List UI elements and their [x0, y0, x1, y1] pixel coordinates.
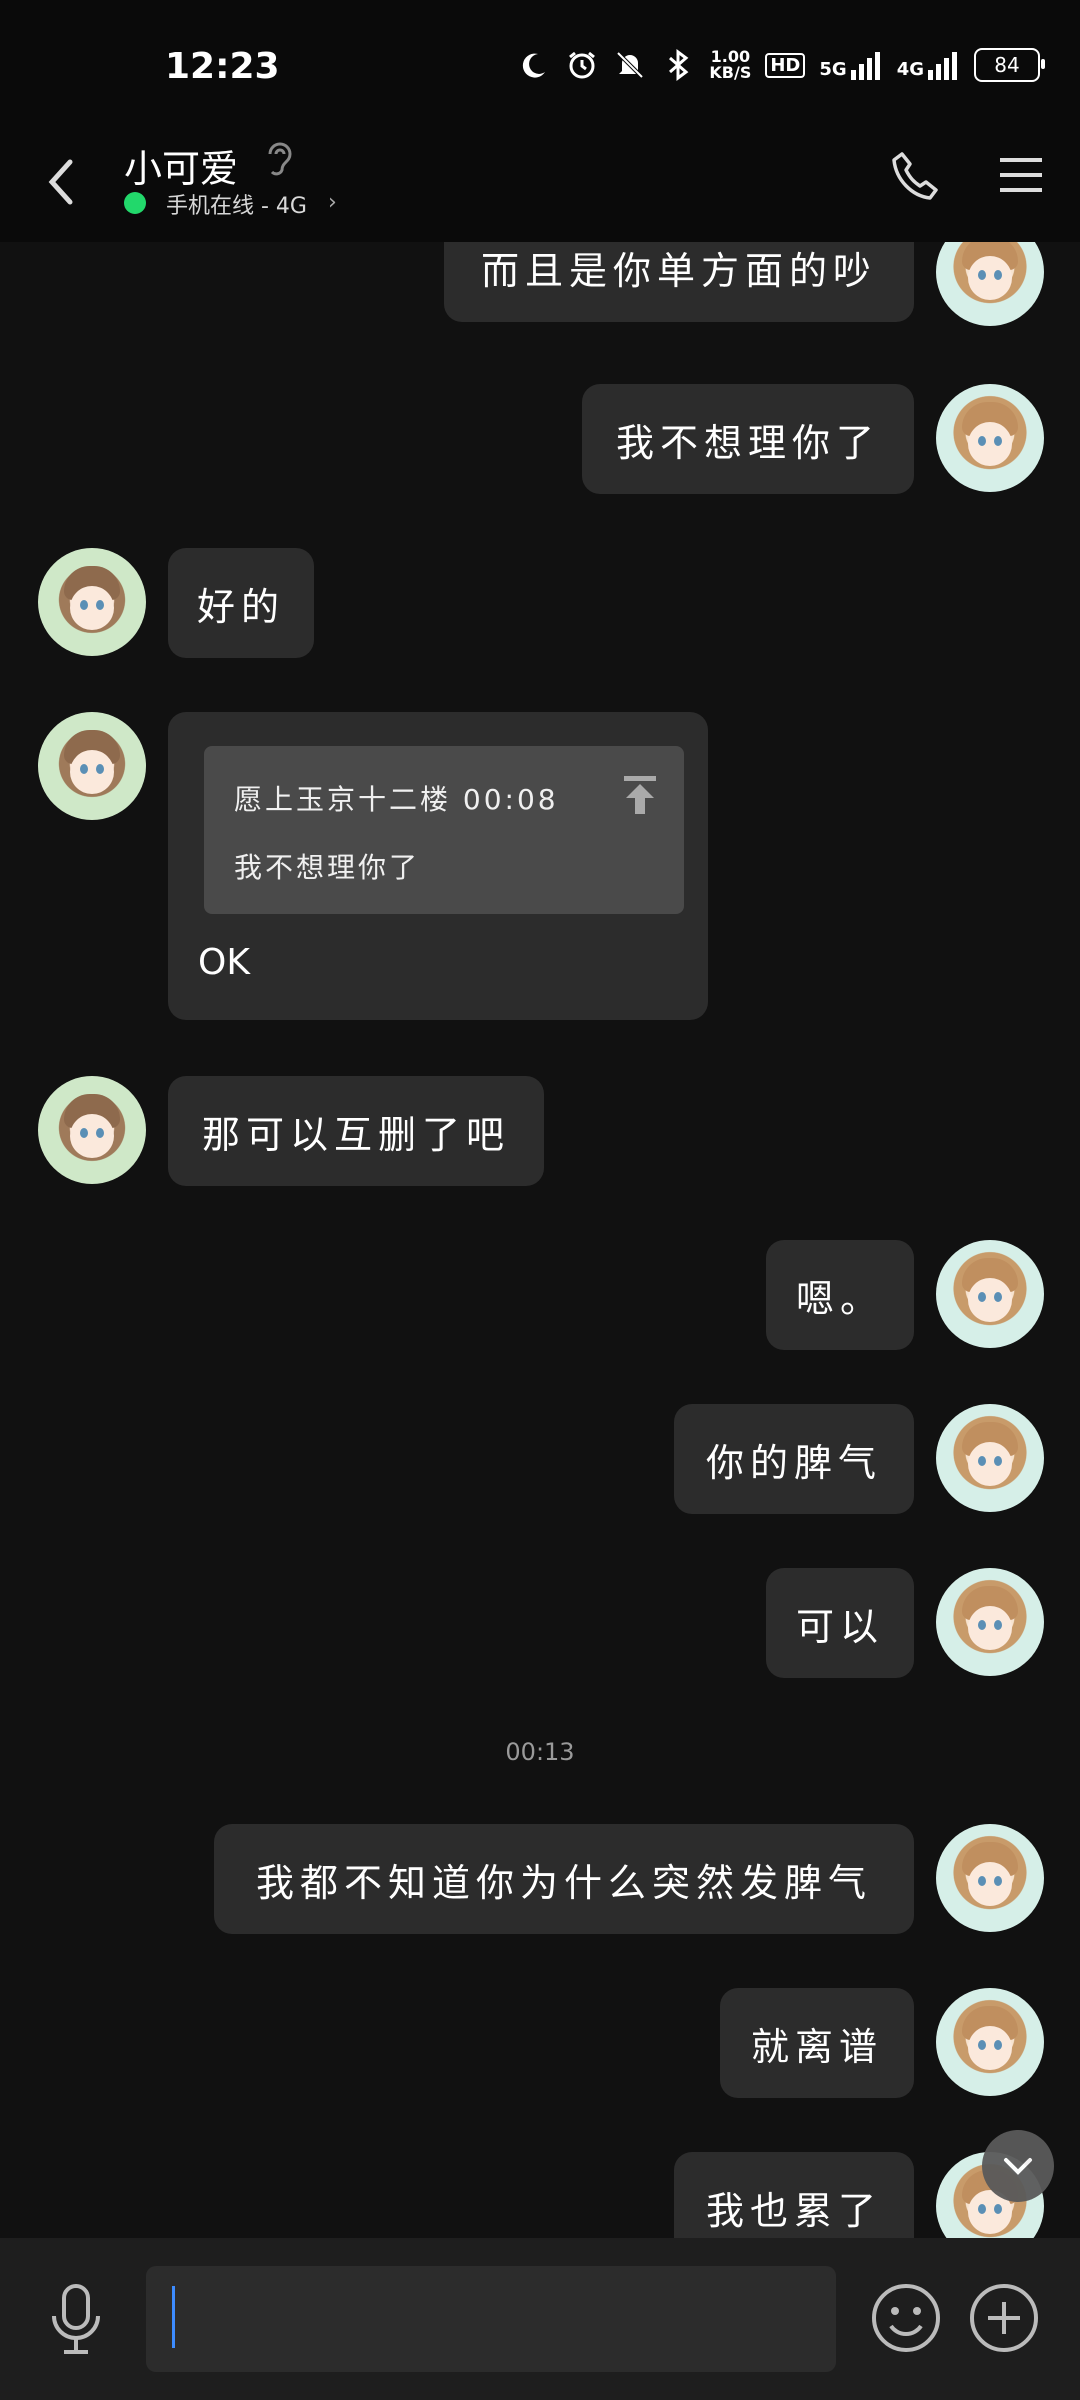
plus-icon[interactable]: [968, 2282, 1040, 2354]
mute-icon: [613, 48, 647, 82]
quoted-message[interactable]: 愿上玉京十二楼 00:08 我不想理你了: [204, 746, 684, 914]
back-icon[interactable]: [40, 152, 80, 212]
reply-text: OK: [198, 942, 250, 983]
avatar[interactable]: [936, 1824, 1044, 1932]
ear-icon: [262, 138, 298, 182]
status-time: 12:23: [165, 46, 280, 87]
status-bar: 12:23 1.00 KB/S HD 5G 4G 84: [0, 0, 1080, 130]
chevron-right-icon[interactable]: ›: [328, 190, 337, 215]
scroll-down-icon[interactable]: [982, 2130, 1054, 2202]
signal-5g-icon: 5G: [819, 50, 882, 80]
battery-icon: 84: [974, 48, 1045, 82]
microphone-icon[interactable]: [44, 2282, 108, 2358]
avatar[interactable]: [936, 1240, 1044, 1348]
hd-icon: HD: [765, 52, 806, 78]
moon-icon: [517, 48, 551, 82]
emoji-icon[interactable]: [870, 2282, 942, 2354]
message-list[interactable]: 而且是你单方面的吵 我不想理你了 好的 愿上玉京十二楼 00:08 我不想理你了…: [0, 242, 1080, 2238]
avatar[interactable]: [936, 1988, 1044, 2096]
quote-text: 我不想理你了: [234, 851, 421, 884]
message-bubble[interactable]: 就离谱: [720, 1988, 914, 2098]
contact-name[interactable]: 小可爱: [124, 138, 238, 193]
chat-timestamp: 00:13: [505, 1738, 575, 1766]
avatar[interactable]: [936, 1568, 1044, 1676]
battery-level: 84: [994, 53, 1020, 77]
avatar[interactable]: [936, 384, 1044, 492]
online-indicator: [124, 192, 146, 214]
message-bubble[interactable]: 而且是你单方面的吵: [444, 242, 914, 322]
message-bubble[interactable]: 我也累了: [674, 2152, 914, 2238]
avatar[interactable]: [38, 548, 146, 656]
signal-4g-label: 4G: [896, 59, 924, 80]
pin-top-icon[interactable]: [620, 774, 660, 818]
status-icons: 1.00 KB/S HD 5G 4G 84: [517, 48, 1045, 82]
signal-5g-label: 5G: [819, 59, 847, 80]
text-cursor: [172, 2286, 175, 2348]
message-input[interactable]: [146, 2266, 836, 2372]
avatar[interactable]: [936, 242, 1044, 326]
avatar[interactable]: [38, 712, 146, 820]
message-bubble[interactable]: 我不想理你了: [582, 384, 914, 494]
bluetooth-icon: [661, 48, 695, 82]
signal-4g-icon: 4G: [897, 50, 960, 80]
message-bubble[interactable]: 那可以互删了吧: [168, 1076, 544, 1186]
message-bubble[interactable]: 你的脾气: [674, 1404, 914, 1514]
quote-author-time: 愿上玉京十二楼 00:08: [234, 783, 559, 816]
avatar[interactable]: [936, 1404, 1044, 1512]
net-speed: 1.00 KB/S: [709, 49, 751, 81]
menu-icon[interactable]: [998, 152, 1044, 198]
phone-icon[interactable]: [888, 148, 942, 202]
message-bubble[interactable]: 嗯。: [766, 1240, 914, 1350]
message-bubble[interactable]: 我都不知道你为什么突然发脾气: [214, 1824, 914, 1934]
message-bubble[interactable]: 好的: [168, 548, 314, 658]
input-bar: [0, 2238, 1080, 2400]
alarm-icon: [565, 48, 599, 82]
message-bubble[interactable]: 可以: [766, 1568, 914, 1678]
chat-header: 小可爱 手机在线 - 4G ›: [0, 130, 1080, 242]
net-speed-unit: KB/S: [709, 63, 752, 82]
avatar[interactable]: [38, 1076, 146, 1184]
quote-message-bubble[interactable]: 愿上玉京十二楼 00:08 我不想理你了 OK: [168, 712, 708, 1020]
online-status[interactable]: 手机在线 - 4G: [166, 188, 307, 220]
